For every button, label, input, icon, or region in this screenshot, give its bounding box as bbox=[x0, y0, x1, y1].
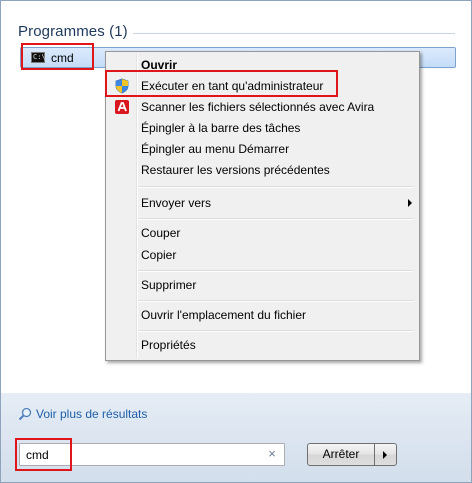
see-more-label: Voir plus de résultats bbox=[36, 407, 148, 421]
menu-item-pin-start[interactable]: Épingler au menu Démarrer bbox=[109, 139, 416, 159]
menu-separator bbox=[138, 218, 413, 220]
menu-item-restore-versions[interactable]: Restaurer les versions précédentes bbox=[109, 160, 416, 180]
highlight-box-search bbox=[15, 438, 72, 471]
menu-separator bbox=[138, 270, 413, 272]
menu-item-label: Épingler à la barre des tâches bbox=[141, 121, 301, 135]
shutdown-button[interactable]: Arrêter bbox=[307, 443, 375, 466]
menu-item-copy[interactable]: Copier bbox=[109, 245, 416, 265]
menu-item-label: Restaurer les versions précédentes bbox=[141, 163, 330, 177]
arrow-right-icon bbox=[383, 451, 387, 459]
menu-item-label: Couper bbox=[141, 226, 181, 240]
menu-separator bbox=[138, 186, 413, 188]
menu-item-label: Scanner les fichiers sélectionnés avec A… bbox=[141, 100, 375, 114]
menu-item-label: Épingler au menu Démarrer bbox=[141, 142, 290, 156]
menu-item-label: Envoyer vers bbox=[141, 196, 212, 210]
clear-search-icon[interactable]: × bbox=[265, 446, 279, 462]
menu-item-delete[interactable]: Supprimer bbox=[109, 275, 416, 295]
menu-item-label: Supprimer bbox=[141, 278, 197, 292]
menu-item-label: Propriétés bbox=[141, 338, 196, 352]
menu-separator bbox=[138, 300, 413, 302]
menu-item-pin-taskbar[interactable]: Épingler à la barre des tâches bbox=[109, 118, 416, 138]
menu-separator bbox=[138, 330, 413, 332]
highlight-box-result bbox=[21, 43, 94, 70]
avira-icon bbox=[115, 100, 129, 114]
menu-item-label: Ouvrir l'emplacement du fichier bbox=[141, 308, 307, 322]
context-menu: Ouvrir Exécuter en tant qu'administrateu… bbox=[105, 51, 420, 361]
shutdown-options-button[interactable] bbox=[374, 443, 397, 466]
programs-section-header: Programmes (1) bbox=[18, 23, 128, 40]
menu-item-send-to[interactable]: Envoyer vers bbox=[109, 193, 416, 213]
section-divider bbox=[133, 33, 455, 34]
magnifier-icon bbox=[18, 407, 32, 421]
menu-item-scan-avira[interactable]: Scanner les fichiers sélectionnés avec A… bbox=[109, 97, 416, 117]
menu-item-open-location[interactable]: Ouvrir l'emplacement du fichier bbox=[109, 305, 416, 325]
start-menu-search-panel: Programmes (1) C:\ cmd Ouvrir Exécuter e… bbox=[0, 0, 472, 483]
menu-item-properties[interactable]: Propriétés bbox=[109, 335, 416, 355]
menu-item-cut[interactable]: Couper bbox=[109, 223, 416, 243]
highlight-box-run-as-admin bbox=[105, 70, 338, 97]
submenu-arrow-icon bbox=[408, 199, 412, 207]
menu-item-label: Copier bbox=[141, 248, 177, 262]
